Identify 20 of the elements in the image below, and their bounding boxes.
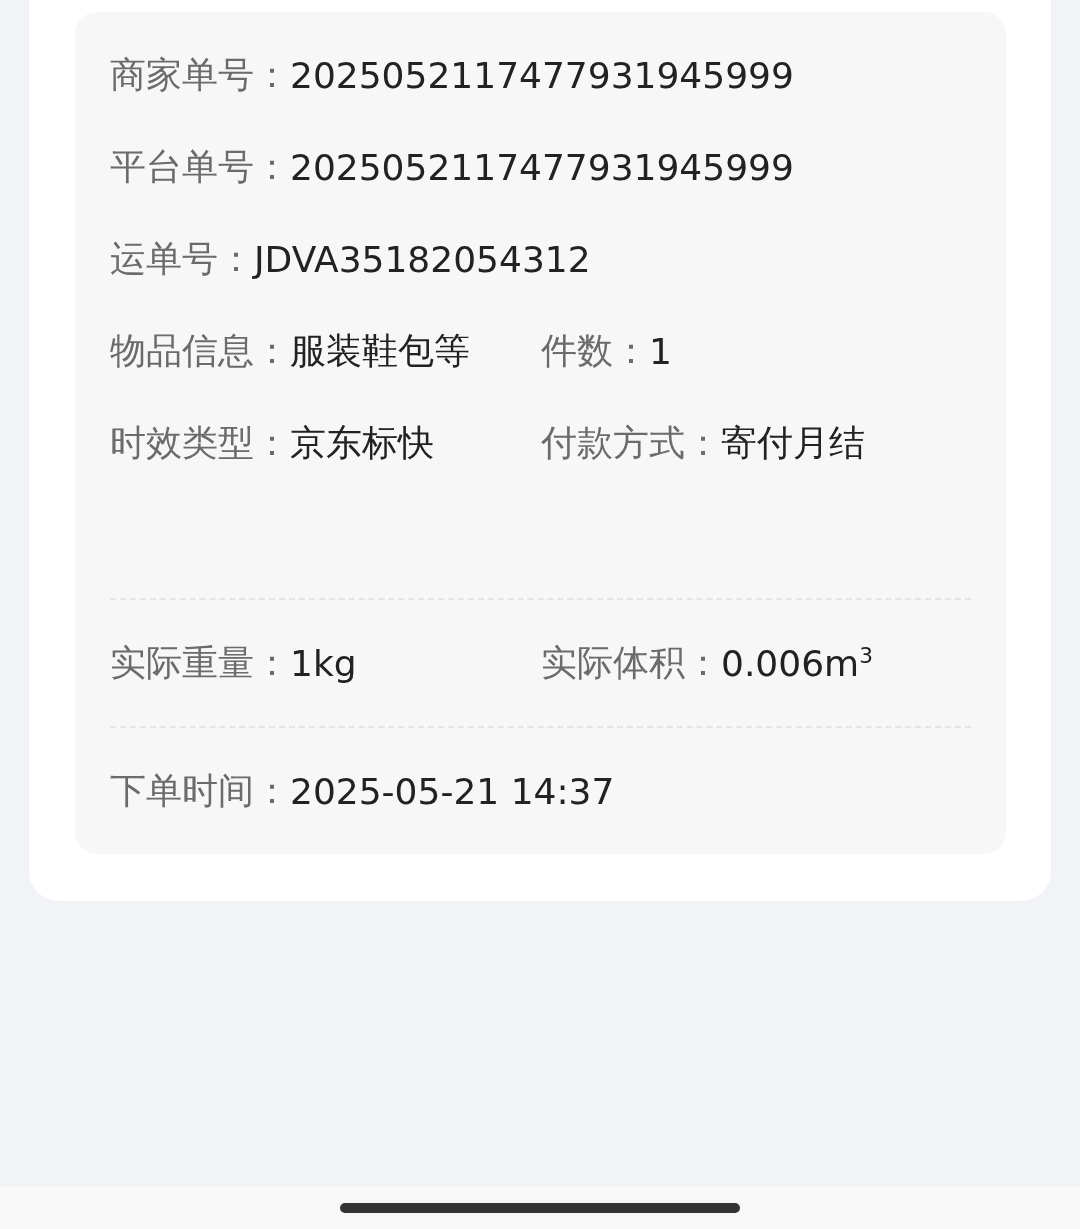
field-value: 京东标快 (290, 420, 434, 465)
field-label: 物品信息： (110, 328, 290, 373)
home-indicator[interactable] (340, 1203, 740, 1213)
field-label: 时效类型： (110, 420, 290, 465)
field-value: 1 (649, 330, 672, 372)
field-label: 下单时间： (110, 768, 290, 813)
field-label: 商家单号： (110, 52, 290, 97)
field-label: 件数： (541, 328, 649, 373)
field-value: 1kg (290, 642, 357, 684)
field-value: 2025-05-21 14:37 (290, 770, 615, 812)
field-label: 平台单号： (110, 144, 290, 189)
field-label: 实际重量： (110, 640, 290, 685)
field-value: 寄付月结 (721, 420, 865, 465)
field-value: 0.006m$^{3}$ (721, 642, 873, 684)
field-value: 2025052117477931945999 (290, 54, 794, 96)
field-value: 服装鞋包等 (290, 328, 470, 373)
field-value: 2025052117477931945999 (290, 146, 794, 188)
field-label: 实际体积： (541, 640, 721, 685)
field-value: JDVA35182054312 (254, 238, 591, 280)
field-label: 付款方式： (541, 420, 721, 465)
